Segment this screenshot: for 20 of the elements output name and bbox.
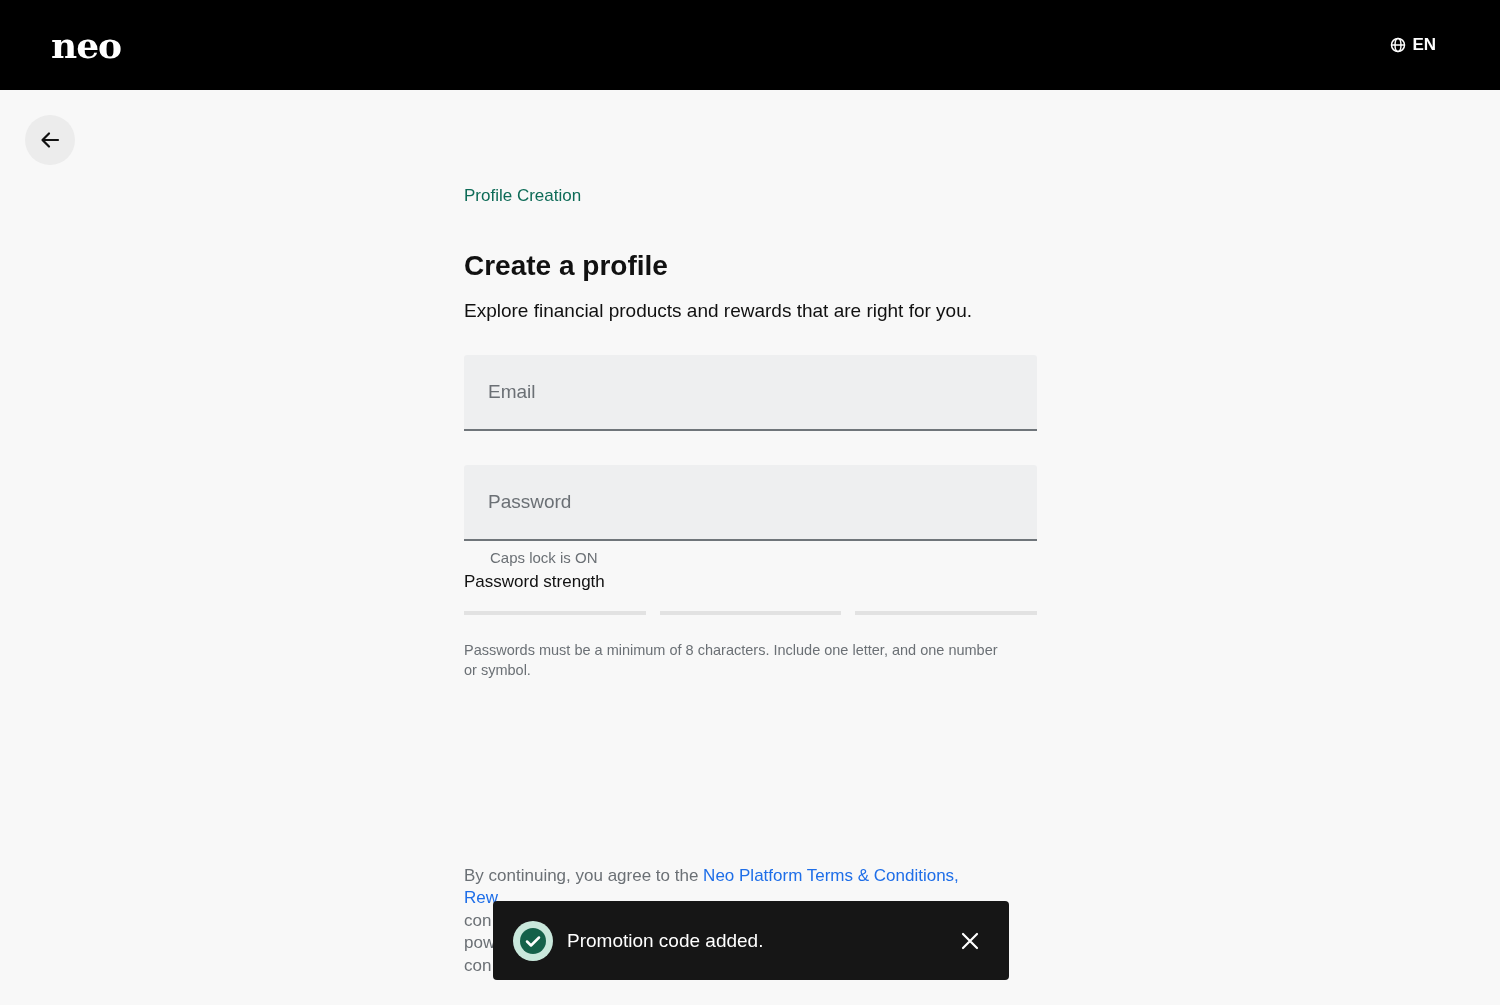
password-strength-label: Password strength: [464, 572, 605, 592]
language-button[interactable]: EN: [1390, 35, 1436, 55]
subtitle: Explore financial products and rewards that are right for you.: [464, 300, 972, 322]
toast-message: Promotion code added.: [567, 929, 765, 952]
globe-icon: [1390, 37, 1407, 53]
legal-text: con: [464, 909, 492, 932]
legal-link[interactable]: Rew: [464, 887, 498, 910]
back-button[interactable]: [25, 115, 75, 165]
terms-link[interactable]: Neo Platform Terms & Conditions,: [703, 866, 959, 885]
password-hint: Passwords must be a minimum of 8 characters. Include one letter, and one number or symbol.: [464, 641, 999, 680]
caps-lock-warning: Caps lock is ON: [490, 549, 598, 566]
legal-text: By continuing, you agree to the Neo Platform Terms & Conditions,: [464, 865, 959, 887]
logo[interactable]: neo: [51, 24, 122, 66]
password-field[interactable]: Password: [464, 465, 1037, 541]
page-title: Create a profile: [464, 250, 668, 282]
close-icon: [961, 931, 979, 950]
legal-text: con: [464, 954, 492, 977]
email-field[interactable]: Email: [464, 355, 1037, 431]
check-circle-icon: [513, 920, 553, 961]
breadcrumb: Profile Creation: [464, 186, 582, 206]
